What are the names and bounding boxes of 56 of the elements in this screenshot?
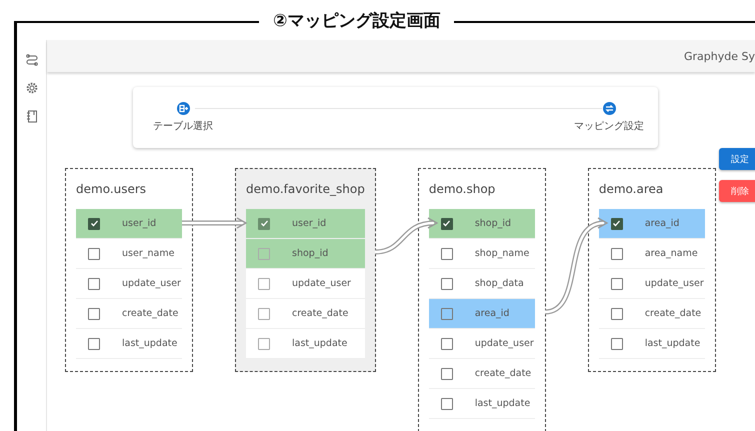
checkbox[interactable]	[440, 338, 453, 350]
field-row[interactable]: shop_id	[428, 209, 535, 239]
field-name: update_user	[122, 278, 181, 289]
app-name: Graphyde Sy	[684, 50, 755, 62]
checkbox[interactable]	[440, 398, 453, 410]
checkbox[interactable]	[88, 278, 100, 290]
field-name: create_date	[474, 368, 532, 379]
field-name: area_name	[644, 248, 698, 259]
field-name: create_date	[644, 308, 702, 319]
checkbox[interactable]	[440, 278, 453, 290]
checkbox[interactable]	[610, 278, 623, 290]
checkbox[interactable]	[440, 218, 453, 230]
field-name: shop_data	[474, 278, 524, 289]
field-name: area_id	[474, 308, 510, 319]
action-button[interactable]: 設定	[718, 148, 755, 170]
checkbox[interactable]	[88, 308, 100, 320]
field-name: area_id	[644, 218, 680, 229]
field-name: user_id	[292, 218, 326, 229]
table-name: demo.shop	[428, 181, 496, 198]
checkbox[interactable]	[440, 248, 453, 260]
field-name: user_id	[122, 218, 156, 229]
sync-icon[interactable]	[602, 102, 616, 115]
step-label[interactable]: テーブル選択	[153, 119, 213, 133]
field-name: update_user	[474, 338, 534, 349]
field-name: create_date	[122, 308, 178, 319]
checkbox[interactable]	[88, 338, 100, 350]
table-name: demo.area	[598, 181, 664, 198]
field-name: create_date	[292, 308, 348, 319]
field-name: last_update	[644, 338, 700, 349]
table-add-icon[interactable]	[176, 102, 190, 115]
checkbox[interactable]	[610, 308, 623, 320]
field-row[interactable]: user_id	[76, 209, 182, 239]
settings-icon[interactable]	[26, 82, 38, 94]
route-icon[interactable]	[26, 54, 38, 66]
checkbox[interactable]	[610, 218, 623, 230]
field-name: update_user	[644, 278, 704, 289]
checkbox[interactable]	[440, 368, 453, 380]
field-name: shop_id	[292, 248, 328, 259]
field-name: user_name	[122, 248, 174, 259]
checkbox[interactable]	[610, 338, 623, 350]
field-name: last_update	[292, 338, 348, 349]
checkbox[interactable]	[440, 308, 453, 320]
field-name: shop_id	[474, 218, 512, 229]
field-name: shop_name	[474, 248, 530, 259]
table-name: demo.users	[76, 181, 148, 198]
field-name: update_user	[292, 278, 351, 289]
notebook-icon[interactable]	[26, 110, 38, 123]
field-name: last_update	[474, 398, 530, 409]
field-row[interactable]: area_id	[598, 209, 705, 239]
field-name: last_update	[122, 338, 178, 349]
step-label[interactable]: マッピング設定	[574, 119, 644, 133]
table-name: demo.favorite_shop	[246, 181, 365, 198]
checkbox[interactable]	[88, 248, 100, 260]
field-row[interactable]: area_id	[428, 299, 535, 329]
checkbox[interactable]	[610, 248, 623, 260]
checkbox[interactable]	[88, 218, 100, 230]
